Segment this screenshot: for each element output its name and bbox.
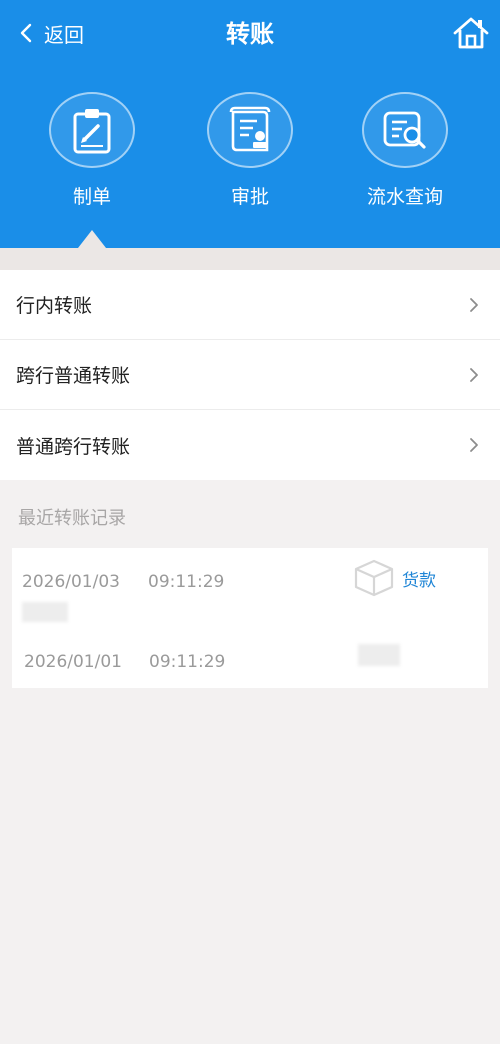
redacted-field [22, 602, 68, 622]
package-icon [354, 559, 394, 597]
recent-transfers-list: 2026/01/03 09:11:29 货款 2026/01/01 09:11:… [12, 548, 488, 688]
record-date: 2026/01/03 [22, 572, 120, 592]
menu-item-regular-interbank-transfer[interactable]: 普通跨行转账 [0, 410, 500, 480]
menu-item-interbank-regular-transfer[interactable]: 跨行普通转账 [0, 340, 500, 410]
redacted-field [358, 644, 400, 666]
menu-item-label: 普通跨行转账 [16, 435, 131, 458]
active-tab-pointer [78, 230, 106, 248]
record-time: 09:11:29 [149, 652, 226, 672]
app-header: 返回 转账 制单 审批 流水查询 [0, 0, 500, 248]
clipboard-edit-icon [73, 109, 111, 154]
chevron-right-icon [470, 297, 478, 312]
transfer-menu: 行内转账 跨行普通转账 普通跨行转账 [0, 270, 500, 480]
nav-item-label: 审批 [230, 186, 269, 208]
menu-item-label: 跨行普通转账 [16, 365, 131, 387]
page-title: 转账 [226, 20, 274, 48]
home-icon[interactable] [452, 14, 490, 52]
record-date: 2026/01/01 [24, 652, 122, 672]
nav-item-approval[interactable]: 审批 [190, 92, 310, 209]
record-purpose: 货款 [402, 571, 436, 591]
document-stamp-icon [229, 106, 271, 152]
nav-item-label: 制单 [72, 186, 111, 208]
nav-item-label: 流水查询 [366, 186, 443, 208]
chevron-right-icon [470, 438, 478, 452]
chevron-right-icon [470, 367, 478, 382]
record-time: 09:11:29 [148, 572, 225, 592]
menu-item-intra-bank-transfer[interactable]: 行内转账 [0, 270, 500, 340]
document-search-icon [383, 111, 426, 149]
recent-transfers-title: 最近转账记录 [18, 508, 126, 529]
function-nav: 制单 审批 流水查询 [0, 92, 500, 222]
menu-item-label: 行内转账 [16, 295, 93, 317]
header-divider [0, 248, 500, 270]
nav-item-statement-query[interactable]: 流水查询 [345, 92, 465, 209]
nav-item-create-order[interactable]: 制单 [32, 92, 152, 209]
